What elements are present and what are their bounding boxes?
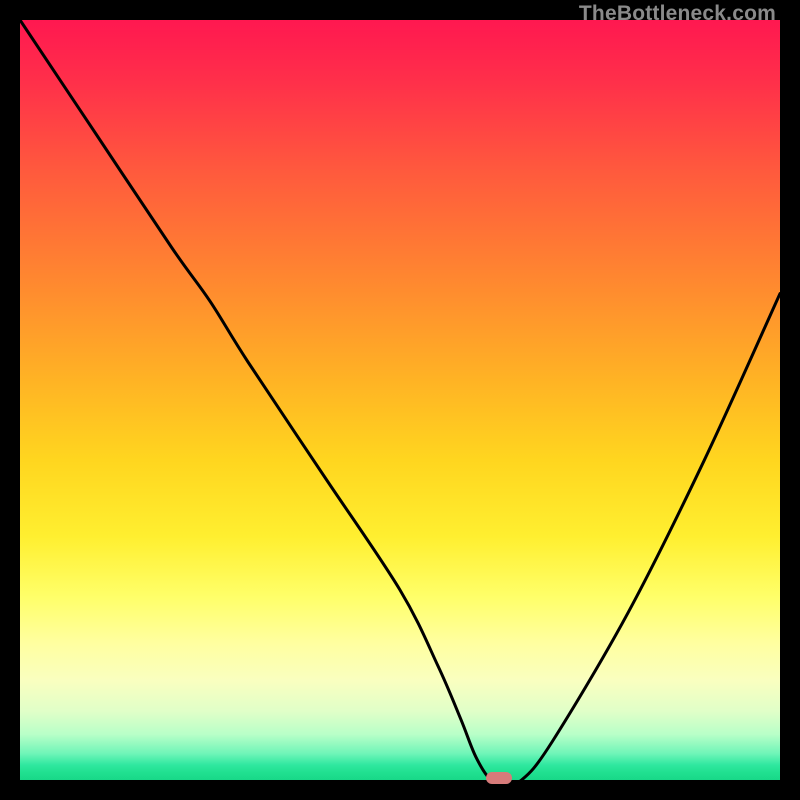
plot-area (20, 20, 780, 780)
optimal-marker (486, 772, 512, 784)
bottleneck-curve (20, 20, 780, 780)
chart-frame: TheBottleneck.com (0, 0, 800, 800)
